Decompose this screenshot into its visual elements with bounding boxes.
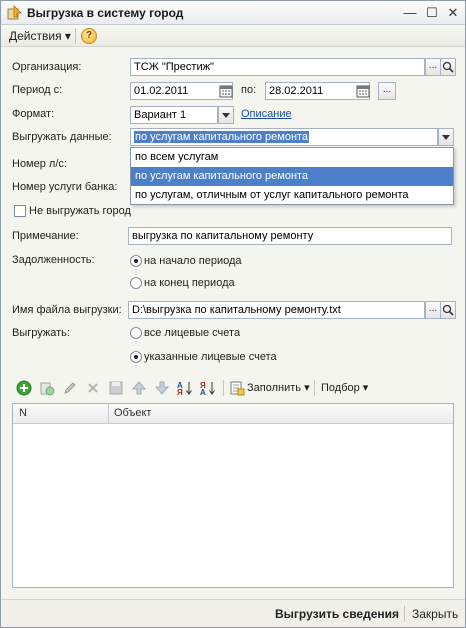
scope-specified-radio[interactable] [130, 351, 142, 363]
export-data-dropdown-button[interactable] [438, 128, 454, 146]
file-name-search-button[interactable] [440, 301, 456, 319]
scope-all-radio[interactable] [130, 327, 142, 339]
note-field[interactable]: выгрузка по капитальному ремонту [128, 227, 452, 245]
delete-icon[interactable] [85, 380, 101, 396]
actions-menu[interactable]: Действия ▾ [9, 29, 71, 43]
debt-start-radio[interactable] [130, 255, 142, 267]
save-icon[interactable] [108, 380, 124, 396]
debt-label: Задолженность: [12, 254, 95, 266]
app-icon [7, 5, 22, 20]
toolbar-divider [314, 380, 315, 396]
svg-text:A: A [200, 388, 206, 396]
organization-label: Организация: [12, 61, 82, 73]
format-dropdown-button[interactable] [218, 106, 234, 124]
search-icon [442, 61, 454, 73]
period-to-label: по: [241, 84, 257, 96]
sort-descending-icon[interactable]: ЯA [200, 380, 216, 396]
scope-all-label: все лицевые счета [144, 327, 241, 339]
file-name-field[interactable]: D:\выгрузка по капитальному ремонту.txt [128, 301, 425, 319]
close-button[interactable]: Закрыть [412, 607, 458, 621]
select-button[interactable]: Подбор ▾ [321, 381, 368, 394]
table-header: N Объект [13, 404, 453, 424]
format-field[interactable]: Вариант 1 [130, 106, 218, 124]
description-link[interactable]: Описание [241, 108, 292, 120]
menu-bar: Действия ▾ ? [1, 25, 465, 47]
window-title: Выгрузка в систему город [27, 6, 184, 20]
organization-field[interactable]: ТСЖ "Престиж" [130, 58, 425, 76]
footer-bar: Выгрузить сведения Закрыть [1, 599, 465, 627]
export-dialog: Выгрузка в систему город — ☐ ✕ Действия … [0, 0, 466, 628]
export-data-options-list: по всем услугам по услугам капитального … [130, 147, 454, 205]
search-icon [442, 304, 454, 316]
note-label: Примечание: [12, 230, 79, 242]
fill-button[interactable]: Заполнить ▾ [247, 381, 310, 394]
column-header-n[interactable]: N [19, 407, 27, 419]
calendar-icon[interactable] [219, 84, 233, 98]
fill-icon [230, 381, 245, 396]
export-data-label: Выгружать данные: [12, 131, 112, 143]
edit-icon[interactable] [62, 380, 78, 396]
calendar-icon[interactable] [356, 84, 370, 98]
export-scope-label: Выгружать: [12, 327, 70, 339]
close-window-button[interactable]: ✕ [444, 4, 462, 22]
no-city-export-label: Не выгружать город [29, 205, 131, 217]
bank-service-label: Номер услуги банка: [12, 181, 118, 193]
no-city-export-checkbox[interactable] [14, 205, 26, 217]
debt-end-radio[interactable] [130, 277, 142, 289]
account-number-label: Номер л/с: [12, 158, 67, 170]
debt-end-label: на конец периода [144, 277, 235, 289]
format-label: Формат: [12, 108, 55, 120]
minimize-button[interactable]: — [401, 4, 419, 22]
svg-text:Я: Я [177, 388, 183, 396]
add-icon[interactable] [16, 380, 32, 396]
debt-start-label: на начало периода [144, 255, 242, 267]
copy-icon[interactable] [39, 380, 55, 396]
file-name-label: Имя файла выгрузки: [12, 304, 122, 316]
period-select-button[interactable]: ... [378, 82, 396, 100]
file-name-select-button[interactable]: ... [425, 301, 441, 319]
column-header-object[interactable]: Объект [114, 407, 151, 419]
chevron-down-icon [442, 135, 450, 140]
menu-divider [75, 28, 76, 44]
title-bar: Выгрузка в систему город — ☐ ✕ [1, 1, 465, 25]
move-down-icon[interactable] [154, 380, 170, 396]
column-divider [108, 404, 109, 424]
export-data-value: по услугам капитального ремонта [134, 131, 310, 143]
export-data-field[interactable]: по услугам капитального ремонта [130, 128, 438, 146]
scope-specified-label: указанные лицевые счета [144, 351, 277, 363]
table-toolbar: AЯ ЯA Заполнить ▾ Подбор ▾ [12, 377, 456, 399]
organization-search-button[interactable] [440, 58, 456, 76]
period-from-label: Период с: [12, 84, 63, 96]
period-to-field[interactable]: 28.02.2011 [265, 82, 370, 100]
help-icon[interactable]: ? [81, 28, 97, 44]
period-from-field[interactable]: 01.02.2011 [130, 82, 233, 100]
sort-ascending-icon[interactable]: AЯ [177, 380, 193, 396]
maximize-button[interactable]: ☐ [423, 4, 441, 22]
move-up-icon[interactable] [131, 380, 147, 396]
footer-divider [404, 606, 405, 622]
option-all-services[interactable]: по всем услугам [131, 148, 453, 167]
export-button[interactable]: Выгрузить сведения [275, 607, 399, 621]
chevron-down-icon [222, 113, 230, 118]
toolbar-divider [223, 380, 224, 396]
option-capital-repair[interactable]: по услугам капитального ремонта [131, 167, 453, 186]
objects-table[interactable]: N Объект [12, 403, 454, 588]
organization-select-button[interactable]: ... [425, 58, 441, 76]
option-non-capital-repair[interactable]: по услугам, отличным от услуг капитально… [131, 186, 453, 205]
